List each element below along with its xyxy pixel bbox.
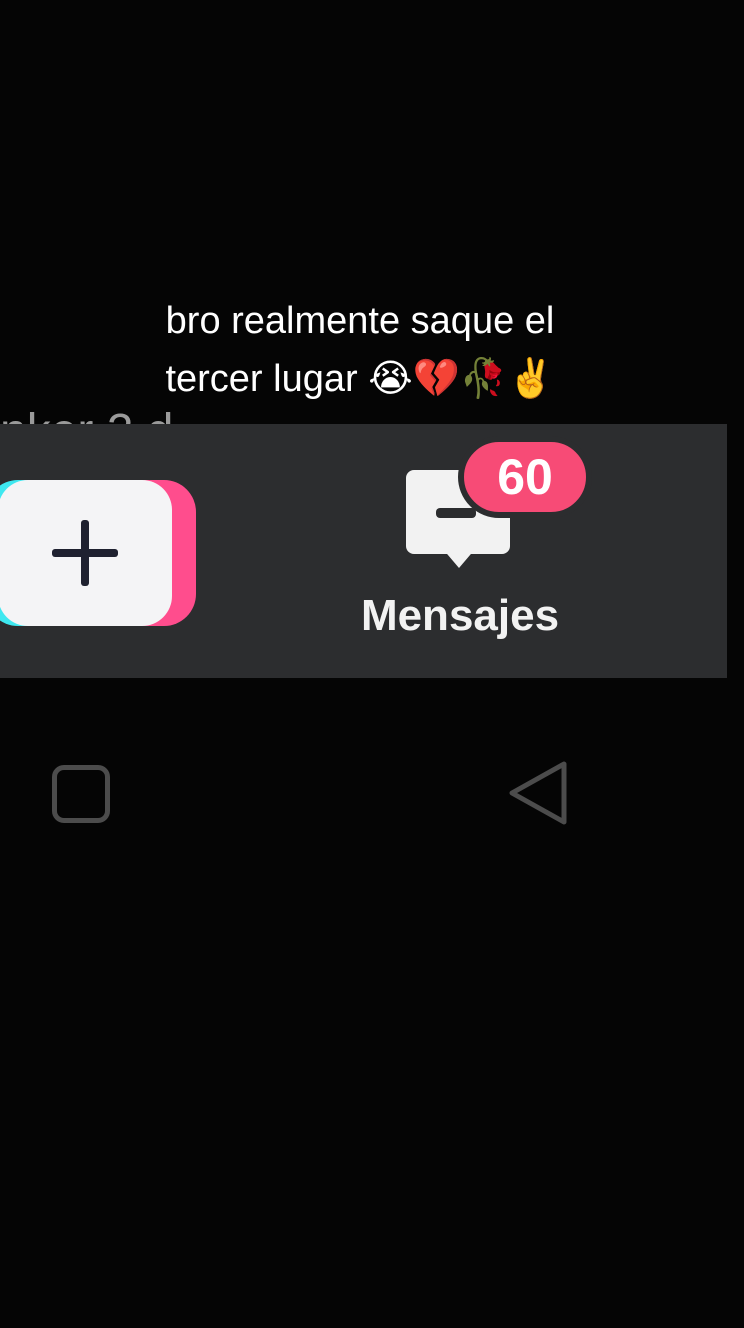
caption-line-2: tercer lugar 😭💔🥀✌️ [165,358,555,400]
screen: nker 2 d 60 Mensajes bro realmente saque… [0,0,744,1328]
square-recents-icon[interactable] [52,765,110,823]
inbox-badge: 60 [458,436,592,518]
bottom-nav-bar: 60 Mensajes [0,424,727,678]
caption-line-1: bro realmente saque el [165,300,555,342]
inbox-label[interactable]: Mensajes [310,584,610,648]
create-button[interactable] [0,480,198,630]
triangle-back-icon[interactable] [502,758,574,830]
video-caption: bro realmente saque el tercer lugar 😭💔🥀✌… [0,292,720,408]
